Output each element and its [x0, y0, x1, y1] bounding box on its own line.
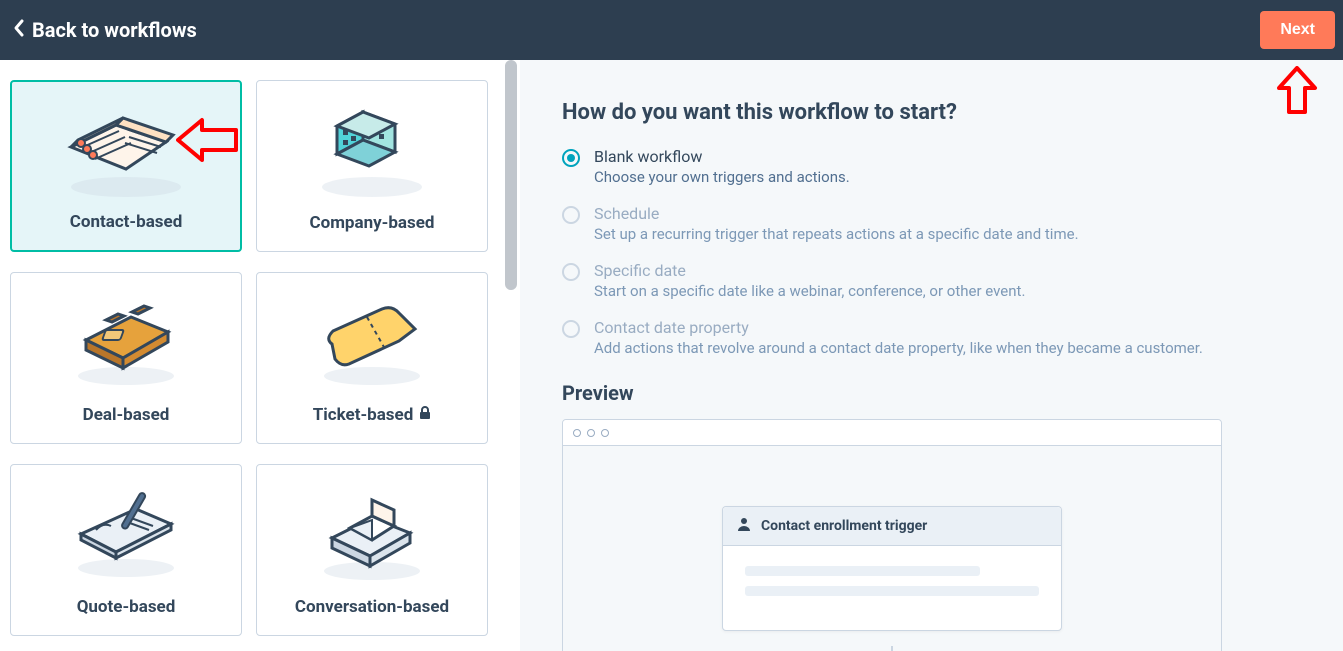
radio-specific-date	[562, 263, 580, 281]
next-button[interactable]: Next	[1260, 11, 1335, 49]
option-title: Schedule	[594, 204, 1079, 223]
option-title: Contact date property	[594, 318, 1203, 337]
chevron-left-icon	[12, 18, 26, 43]
card-deal-based[interactable]: Deal-based	[10, 272, 242, 444]
trigger-title: Contact enrollment trigger	[761, 518, 927, 534]
preview-browser-bar	[563, 420, 1221, 446]
radio-contact-date-property	[562, 320, 580, 338]
ticket-icon	[257, 273, 487, 405]
left-scrollbar[interactable]	[502, 60, 520, 651]
placeholder-line	[745, 566, 980, 576]
lock-icon	[419, 406, 431, 424]
option-title: Specific date	[594, 261, 1025, 280]
app-header: Back to workflows Next	[0, 0, 1343, 60]
window-dot-icon	[573, 429, 581, 437]
preview-canvas: Contact enrollment trigger	[563, 446, 1221, 651]
card-conversation-based[interactable]: Conversation-based	[256, 464, 488, 636]
card-label: Ticket-based	[313, 405, 414, 425]
company-icon	[257, 81, 487, 213]
option-blank[interactable]: Blank workflow Choose your own triggers …	[562, 147, 1313, 186]
option-contact-date-property: Contact date property Add actions that r…	[562, 318, 1313, 357]
contact-icon	[12, 82, 240, 212]
card-label: Company-based	[309, 213, 434, 233]
card-label: Quote-based	[77, 597, 176, 617]
start-options: Blank workflow Choose your own triggers …	[562, 147, 1313, 357]
card-company-based[interactable]: Company-based	[256, 80, 488, 252]
trigger-card-header: Contact enrollment trigger	[723, 507, 1061, 546]
radio-blank[interactable]	[562, 149, 580, 167]
back-to-workflows-link[interactable]: Back to workflows	[12, 18, 197, 43]
connector-line	[891, 646, 893, 651]
option-specific-date: Specific date Start on a specific date l…	[562, 261, 1313, 300]
quote-icon	[11, 465, 241, 597]
option-desc: Set up a recurring trigger that repeats …	[594, 225, 1079, 243]
preview-heading: Preview	[562, 381, 1313, 405]
card-quote-based[interactable]: Quote-based	[10, 464, 242, 636]
conversation-icon	[257, 465, 487, 597]
preview-panel: Contact enrollment trigger	[562, 419, 1222, 651]
right-pane: How do you want this workflow to start? …	[520, 60, 1343, 651]
card-label: Deal-based	[83, 405, 170, 425]
radio-schedule	[562, 206, 580, 224]
card-label: Conversation-based	[295, 597, 449, 617]
left-pane-wrap: Contact-based	[0, 60, 520, 651]
scrollbar-thumb[interactable]	[505, 60, 517, 290]
option-title: Blank workflow	[594, 147, 850, 166]
trigger-card: Contact enrollment trigger	[722, 506, 1062, 631]
back-label: Back to workflows	[32, 18, 197, 42]
option-desc: Add actions that revolve around a contac…	[594, 339, 1203, 357]
option-desc: Start on a specific date like a webinar,…	[594, 282, 1025, 300]
window-dot-icon	[601, 429, 609, 437]
card-ticket-based[interactable]: Ticket-based	[256, 272, 488, 444]
content-area: Contact-based	[0, 60, 1343, 651]
page-title: How do you want this workflow to start?	[562, 100, 1313, 125]
card-contact-based[interactable]: Contact-based	[10, 80, 242, 252]
option-desc: Choose your own triggers and actions.	[594, 168, 850, 186]
window-dot-icon	[587, 429, 595, 437]
workflow-type-panel: Contact-based	[0, 60, 500, 651]
card-label: Contact-based	[70, 212, 183, 232]
person-icon	[737, 517, 751, 535]
deal-icon	[11, 273, 241, 405]
option-schedule: Schedule Set up a recurring trigger that…	[562, 204, 1313, 243]
placeholder-line	[745, 586, 1039, 596]
trigger-card-body	[723, 546, 1061, 630]
workflow-type-cards: Contact-based	[10, 80, 490, 636]
